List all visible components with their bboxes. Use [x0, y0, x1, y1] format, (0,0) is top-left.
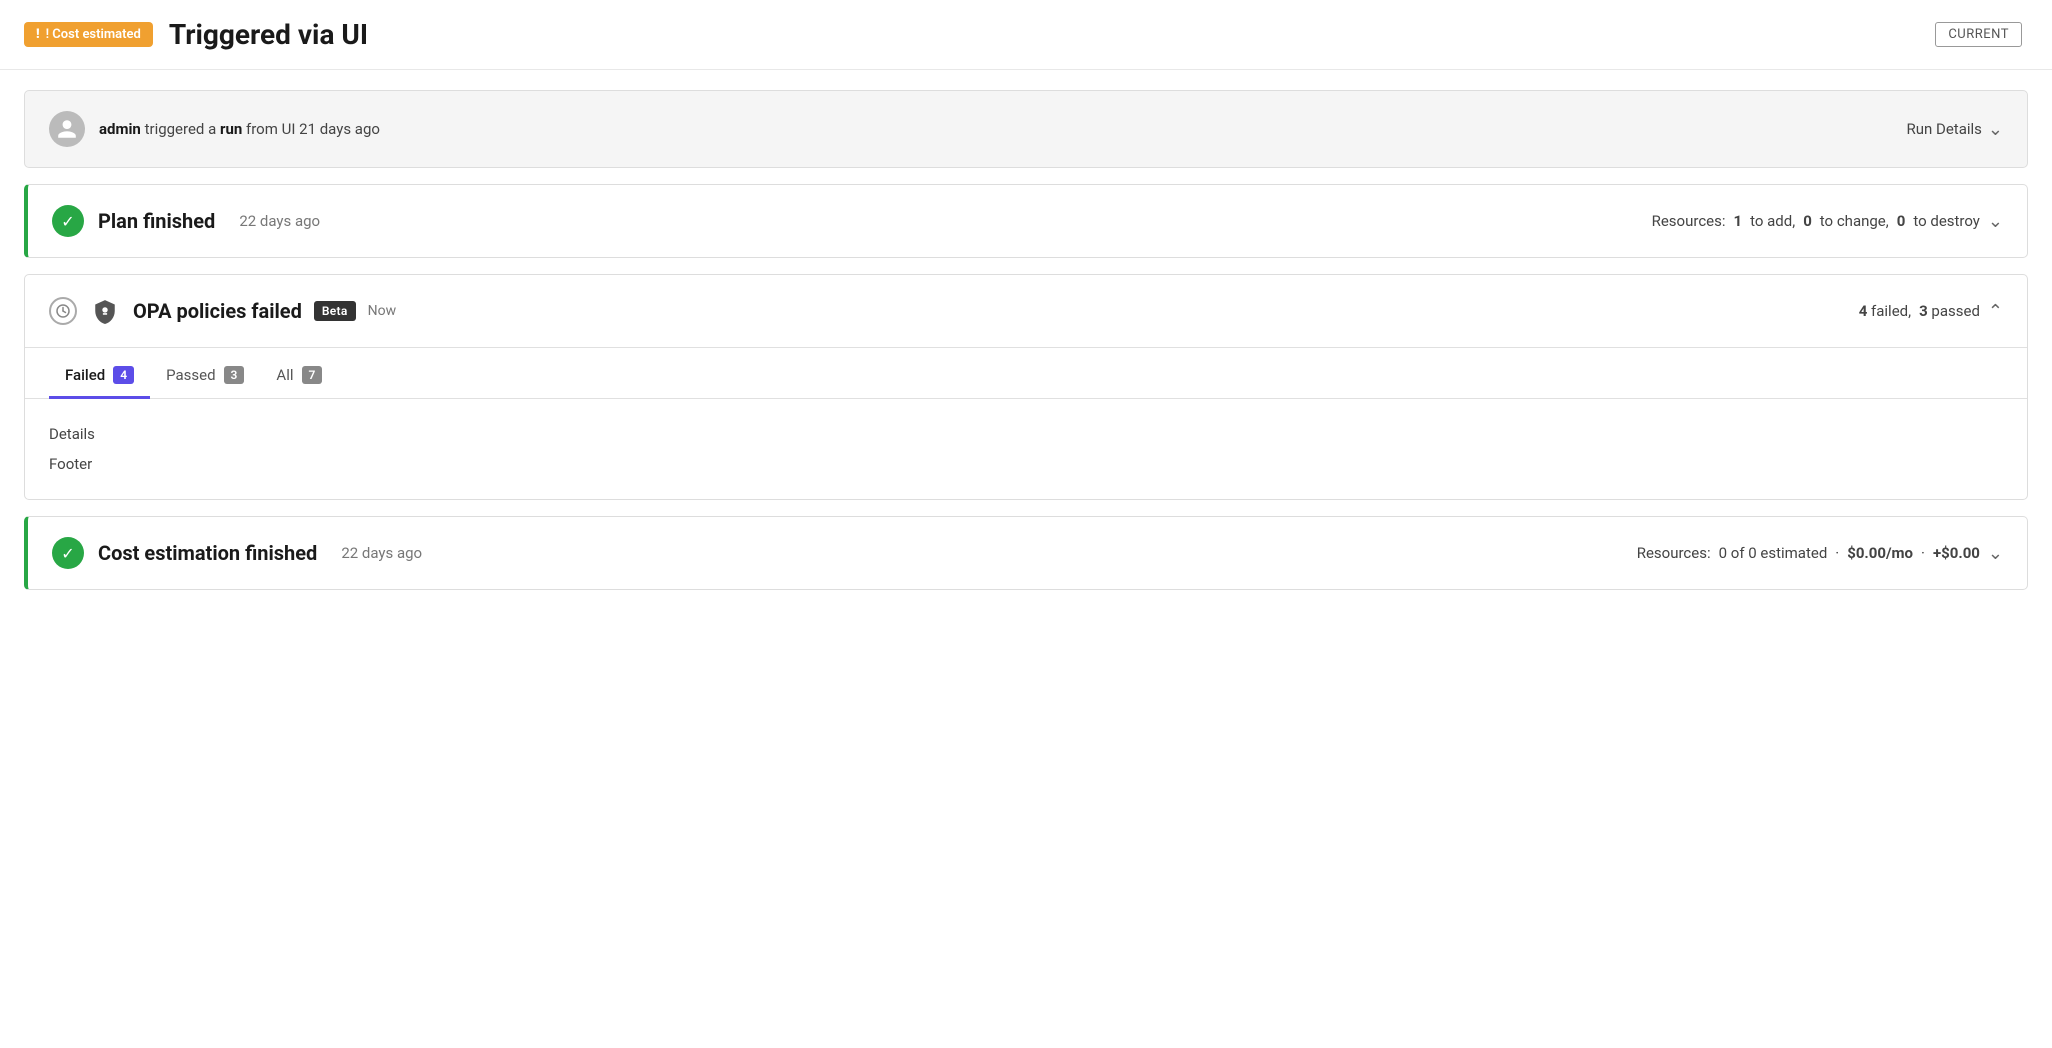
resources-label: Resources: [1652, 212, 1726, 230]
opa-header-left: OPA policies failed Beta Now [49, 295, 396, 327]
tab-passed-label: Passed [166, 366, 215, 384]
run-details-button[interactable]: Run Details ⌄ [1906, 119, 2003, 140]
plan-resources: Resources: 1 to add, 0 to change, 0 to d… [1652, 211, 2003, 232]
tab-failed[interactable]: Failed 4 [49, 352, 150, 399]
cost-estimated-badge: ! ! Cost estimated [24, 22, 153, 47]
plan-title: Plan finished [98, 209, 215, 233]
run-info-text: admin triggered a run from UI 21 days ag… [99, 120, 380, 138]
opa-title: OPA policies failed [133, 299, 302, 323]
cost-separator2: · [1921, 544, 1925, 562]
tab-passed[interactable]: Passed 3 [150, 352, 260, 399]
tabs-container: Failed 4 Passed 3 All 7 [25, 352, 2027, 399]
check-icon: ✓ [52, 537, 84, 569]
cost-plus: +$0.00 [1933, 544, 1980, 562]
divider [25, 347, 2027, 348]
cost-time: 22 days ago [341, 544, 422, 562]
cost-separator: · [1835, 544, 1839, 562]
opa-shield-icon [89, 295, 121, 327]
clock-icon [49, 297, 77, 325]
opa-card: OPA policies failed Beta Now 4 failed, 3… [24, 274, 2028, 500]
chevron-down-icon: ⌄ [1988, 119, 2003, 140]
plan-card-left: ✓ Plan finished 22 days ago [52, 205, 320, 237]
details-item: Details [49, 419, 2003, 449]
cost-badge-label: ! Cost estimated [46, 27, 141, 42]
opa-passed-label: passed [1931, 302, 1979, 320]
chevron-down-icon: ⌄ [1988, 211, 2003, 232]
beta-badge: Beta [314, 301, 356, 321]
run-user: admin [99, 120, 141, 138]
run-info-left: admin triggered a run from UI 21 days ag… [49, 111, 380, 147]
change-label: to change, [1820, 212, 1889, 230]
run-suffix: from UI 21 days ago [246, 120, 380, 138]
avatar [49, 111, 85, 147]
check-icon: ✓ [52, 205, 84, 237]
opa-time: Now [368, 303, 397, 319]
run-action-text: triggered a [145, 120, 220, 138]
main-content: admin triggered a run from UI 21 days ag… [0, 70, 2052, 610]
exclamation-icon: ! [36, 27, 40, 42]
opa-failed-count: 4 [1859, 302, 1868, 320]
tab-passed-count: 3 [224, 366, 245, 384]
opa-summary: 4 failed, 3 passed ⌃ [1859, 301, 2003, 322]
add-count: 1 [1734, 212, 1743, 230]
run-info-card: admin triggered a run from UI 21 days ag… [24, 90, 2028, 168]
destroy-count: 0 [1897, 212, 1906, 230]
opa-passed-count: 3 [1919, 302, 1928, 320]
tab-all[interactable]: All 7 [260, 352, 338, 399]
run-bold: run [220, 120, 242, 138]
cost-estimation-card: ✓ Cost estimation finished 22 days ago R… [24, 516, 2028, 590]
cost-title: Cost estimation finished [98, 541, 317, 565]
plan-time: 22 days ago [239, 212, 320, 230]
opa-failed-label: failed, [1871, 302, 1911, 320]
chevron-up-icon: ⌃ [1988, 301, 2003, 322]
tab-all-label: All [276, 366, 293, 384]
opa-card-header: OPA policies failed Beta Now 4 failed, 3… [25, 275, 2027, 347]
cost-monthly: $0.00/mo [1847, 544, 1913, 562]
current-badge: CURRENT [1935, 22, 2022, 47]
page-header: ! ! Cost estimated Triggered via UI CURR… [0, 0, 2052, 70]
footer-item: Footer [49, 449, 2003, 479]
destroy-label: to destroy [1913, 212, 1980, 230]
tab-all-count: 7 [302, 366, 323, 384]
tab-failed-count: 4 [113, 366, 134, 384]
plan-finished-card: ✓ Plan finished 22 days ago Resources: 1… [24, 184, 2028, 258]
add-label: to add, [1750, 212, 1795, 230]
page-title: Triggered via UI [169, 18, 368, 51]
tab-failed-label: Failed [65, 366, 105, 384]
cost-estimated-text: 0 of 0 estimated [1719, 544, 1828, 562]
change-count: 0 [1803, 212, 1812, 230]
cost-card-left: ✓ Cost estimation finished 22 days ago [52, 537, 422, 569]
cost-resources-label: Resources: [1637, 544, 1711, 562]
tab-content: Details Footer [25, 399, 2027, 499]
header-left: ! ! Cost estimated Triggered via UI [24, 18, 368, 51]
cost-resources: Resources: 0 of 0 estimated · $0.00/mo ·… [1637, 543, 2003, 564]
run-details-label: Run Details [1906, 120, 1981, 138]
chevron-down-icon: ⌄ [1988, 543, 2003, 564]
